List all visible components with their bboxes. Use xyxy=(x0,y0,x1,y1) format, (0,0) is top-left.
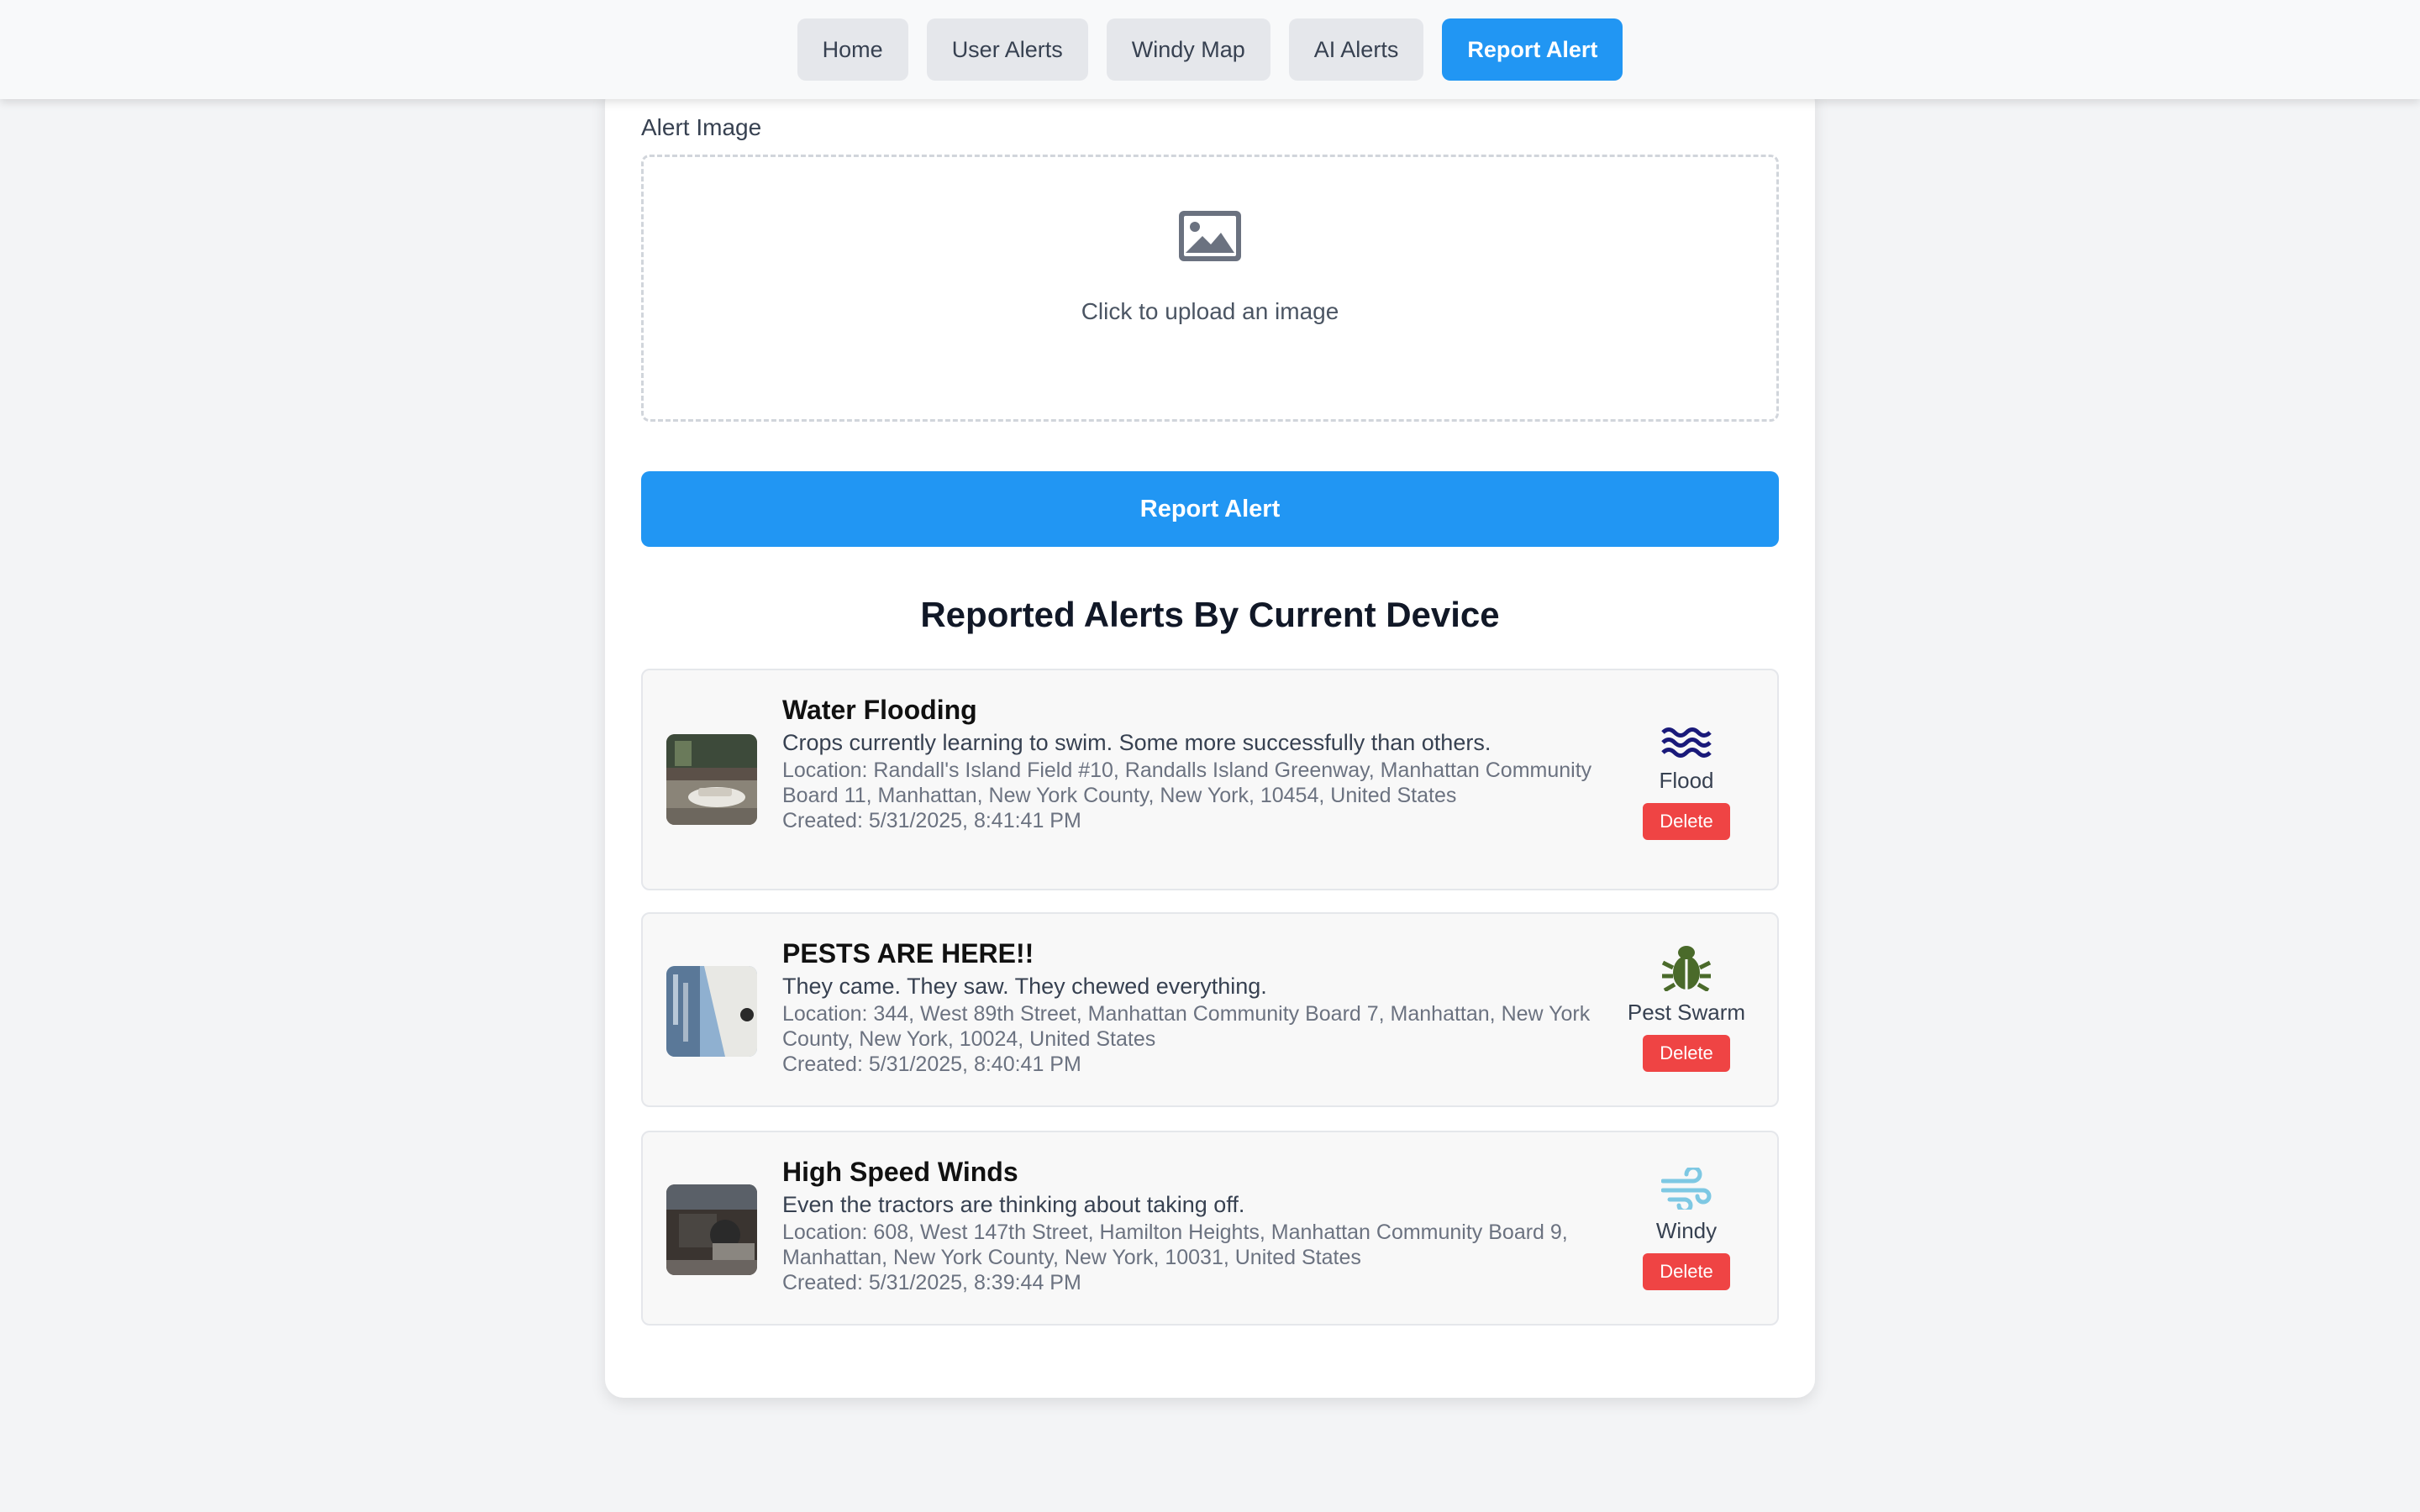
delete-alert-button[interactable]: Delete xyxy=(1643,1035,1730,1072)
alert-card: Water Flooding Crops currently learning … xyxy=(641,669,1779,890)
nav-user-alerts-button[interactable]: User Alerts xyxy=(926,18,1088,81)
nav-home-button[interactable]: Home xyxy=(797,18,908,81)
alert-type-label: Flood xyxy=(1659,768,1714,793)
report-alert-submit-button[interactable]: Report Alert xyxy=(641,471,1779,547)
alert-title: Water Flooding xyxy=(782,695,977,725)
nav-ai-alerts-button[interactable]: AI Alerts xyxy=(1288,18,1424,81)
alert-created-time: Created: 5/31/2025, 8:41:41 PM xyxy=(782,809,1081,832)
nav-report-alert-button[interactable]: Report Alert xyxy=(1442,18,1623,81)
image-upload-dropzone[interactable]: Click to upload an image xyxy=(641,155,1779,422)
alert-type-panel: Windy Delete xyxy=(1611,1163,1762,1290)
nav-windy-map-button[interactable]: Windy Map xyxy=(1106,18,1270,81)
alert-content: Water Flooding Crops currently learning … xyxy=(782,694,1614,833)
wind-icon xyxy=(1661,1168,1712,1210)
alert-content: PESTS ARE HERE!! They came. They saw. Th… xyxy=(782,937,1614,1077)
alert-description: Crops currently learning to swim. Some m… xyxy=(782,730,1491,755)
bug-icon xyxy=(1661,946,1712,991)
alert-type-panel: Pest Swarm Delete xyxy=(1611,944,1762,1072)
alert-card: High Speed Winds Even the tractors are t… xyxy=(641,1131,1779,1326)
alert-created-time: Created: 5/31/2025, 8:39:44 PM xyxy=(782,1271,1081,1294)
alert-thumbnail xyxy=(666,734,757,825)
alert-location: Location: 344, West 89th Street, Manhatt… xyxy=(782,1002,1591,1051)
alert-location: Location: Randall's Island Field #10, Ra… xyxy=(782,759,1592,807)
delete-alert-button[interactable]: Delete xyxy=(1643,1253,1730,1290)
alert-created-time: Created: 5/31/2025, 8:40:41 PM xyxy=(782,1053,1081,1076)
alert-type-label: Pest Swarm xyxy=(1627,1000,1746,1025)
image-icon xyxy=(1179,211,1241,261)
delete-alert-button[interactable]: Delete xyxy=(1643,803,1730,840)
alert-content: High Speed Winds Even the tractors are t… xyxy=(782,1156,1614,1295)
alert-description: They came. They saw. They chewed everyth… xyxy=(782,974,1267,999)
alert-thumbnail xyxy=(666,1184,757,1275)
alert-title: PESTS ARE HERE!! xyxy=(782,938,1034,969)
reported-alerts-heading: Reported Alerts By Current Device xyxy=(920,595,1500,634)
top-navigation: Home User Alerts Windy Map AI Alerts Rep… xyxy=(0,0,2420,99)
alert-card: PESTS ARE HERE!! They came. They saw. Th… xyxy=(641,912,1779,1107)
flood-waves-icon xyxy=(1661,727,1712,758)
alert-type-panel: Flood Delete xyxy=(1611,712,1762,840)
report-alert-card: Alert Image Click to upload an image Rep… xyxy=(605,84,1815,1398)
alert-location: Location: 608, West 147th Street, Hamilt… xyxy=(782,1221,1568,1269)
alert-image-label: Alert Image xyxy=(641,114,762,140)
upload-instruction: Click to upload an image xyxy=(1081,298,1339,324)
alert-title: High Speed Winds xyxy=(782,1157,1018,1187)
alert-description: Even the tractors are thinking about tak… xyxy=(782,1192,1245,1217)
alert-thumbnail xyxy=(666,966,757,1057)
alert-type-label: Windy xyxy=(1655,1218,1718,1243)
